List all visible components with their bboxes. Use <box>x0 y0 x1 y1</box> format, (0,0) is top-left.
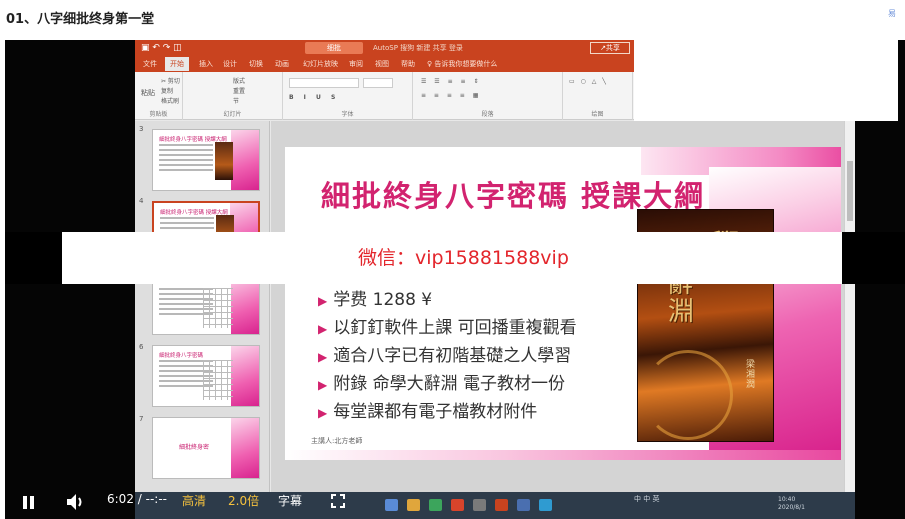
slide-footer: 主講人:北方老師 <box>311 437 363 445</box>
ribbon-group: B I U S 字体 <box>283 72 413 120</box>
ribbon-group-label: 剪贴板 <box>149 111 168 118</box>
player-controls: 6:02 / --:-- 高清 2.0倍 字幕 <box>5 484 905 519</box>
share-button: ↗共享 <box>590 42 630 54</box>
slide-bullet: ▶ 適合八字已有初階基礎之人學習 <box>318 346 572 366</box>
ppt-tab: 视图 <box>375 60 389 68</box>
ppt-tab: 幻灯片放映 <box>303 60 338 68</box>
ribbon-group: ☰ ☰ ≡ ≡ ⇕ ≡ ≡ ≡ ≡ ▦ 段落 <box>413 72 563 120</box>
ribbon-group-label: 段落 <box>481 111 494 118</box>
doc-name: 细批 <box>305 42 363 54</box>
quick-access-icons: ▣ ↶ ↷ ◫ <box>141 43 182 53</box>
copy-label: 复制 <box>161 88 174 95</box>
fullscreen-icon[interactable] <box>331 494 345 508</box>
speed-button[interactable]: 2.0倍 <box>228 492 259 509</box>
slide-number: 7 <box>139 415 144 423</box>
slide-number: 3 <box>139 125 144 133</box>
video-player[interactable]: ▣ ↶ ↷ ◫ 细批 AutoSP 搜狗 新建 共享 登录 ↗共享 文件 开始 … <box>5 40 905 519</box>
ppt-tab: 审阅 <box>349 60 363 68</box>
layout-label: 版式 <box>233 78 246 85</box>
titlebar-tools: AutoSP 搜狗 新建 共享 登录 <box>373 44 463 52</box>
slide-number: 4 <box>139 197 144 205</box>
canvas-scrollbar <box>844 121 855 519</box>
format-painter-label: 格式刷 <box>161 98 180 105</box>
slide-bullet: ▶ 学费 1288 ¥ <box>318 290 433 310</box>
ppt-tab: 文件 <box>143 60 157 68</box>
ppt-tab: 插入 <box>199 60 213 68</box>
ribbon-group-label: 幻灯片 <box>223 111 242 118</box>
wechat-watermark: 微信：vip15881588vip <box>358 247 569 269</box>
volume-icon[interactable] <box>65 493 87 511</box>
tell-me-search: ♀ 告诉我你想要做什么 <box>427 60 498 68</box>
slide-number: 6 <box>139 343 144 351</box>
slide-bullet: ▶ 每堂課都有電子檔教材附件 <box>318 402 538 422</box>
book-author: 梁湘潤 <box>746 360 756 390</box>
time-display: 6:02 / --:-- <box>107 492 167 506</box>
ribbon-group-label: 绘图 <box>591 111 604 118</box>
section-label: 节 <box>233 98 240 105</box>
slide-thumbnail: 細批終身八字密碼 <box>152 345 260 407</box>
thumb-title: 細批終身八字密碼 <box>159 353 204 359</box>
ribbon-group: ▭ ○ △ ╲ 绘图 <box>563 72 633 120</box>
corner-mark: 易 <box>888 9 896 18</box>
paste-label: 粘贴 <box>141 89 155 97</box>
slide-thumbnail: 細批終身密 <box>152 417 260 479</box>
ppt-tab: 切换 <box>249 60 263 68</box>
slide-thumbnail-pane: 3 細批終身八字密碼 授課大綱 4 細批終身八字密碼 授課大綱 5 <box>135 121 270 519</box>
pause-icon[interactable] <box>23 496 35 509</box>
ppt-tab: 帮助 <box>401 60 415 68</box>
slide-bullet: ▶ 以釘釘軟件上課 可回播重複觀看 <box>318 318 577 338</box>
slide-bullet: ▶ 附錄 命學大辭淵 電子教材一份 <box>318 374 566 394</box>
page-title: 01、八字细批终身第一堂 <box>6 12 155 27</box>
current-slide: 細批終身八字密碼 授課大綱 ▶ 学费 1288 ¥ ▶ 以釘釘軟件上課 可回播重複觀… <box>285 147 841 460</box>
ribbon-group: 粘贴 ✂ 剪切 复制 格式刷 剪贴板 <box>135 72 183 120</box>
subtitles-button[interactable]: 字幕 <box>278 492 302 509</box>
thumb-title: 細批終身密 <box>179 444 210 451</box>
slide-thumbnail: 細批終身八字密碼 授課大綱 <box>152 129 260 191</box>
ppt-tab: 设计 <box>223 60 237 68</box>
cut-label: ✂ 剪切 <box>161 78 180 85</box>
reset-label: 重置 <box>233 88 246 95</box>
ribbon-group-label: 字体 <box>341 111 354 118</box>
ribbon-group: 版式 重置 节 幻灯片 <box>183 72 283 120</box>
quality-button[interactable]: 高清 <box>182 492 206 509</box>
top-mask <box>634 40 898 121</box>
ppt-tab-active: 开始 <box>165 57 189 71</box>
ppt-tab: 动画 <box>275 60 289 68</box>
